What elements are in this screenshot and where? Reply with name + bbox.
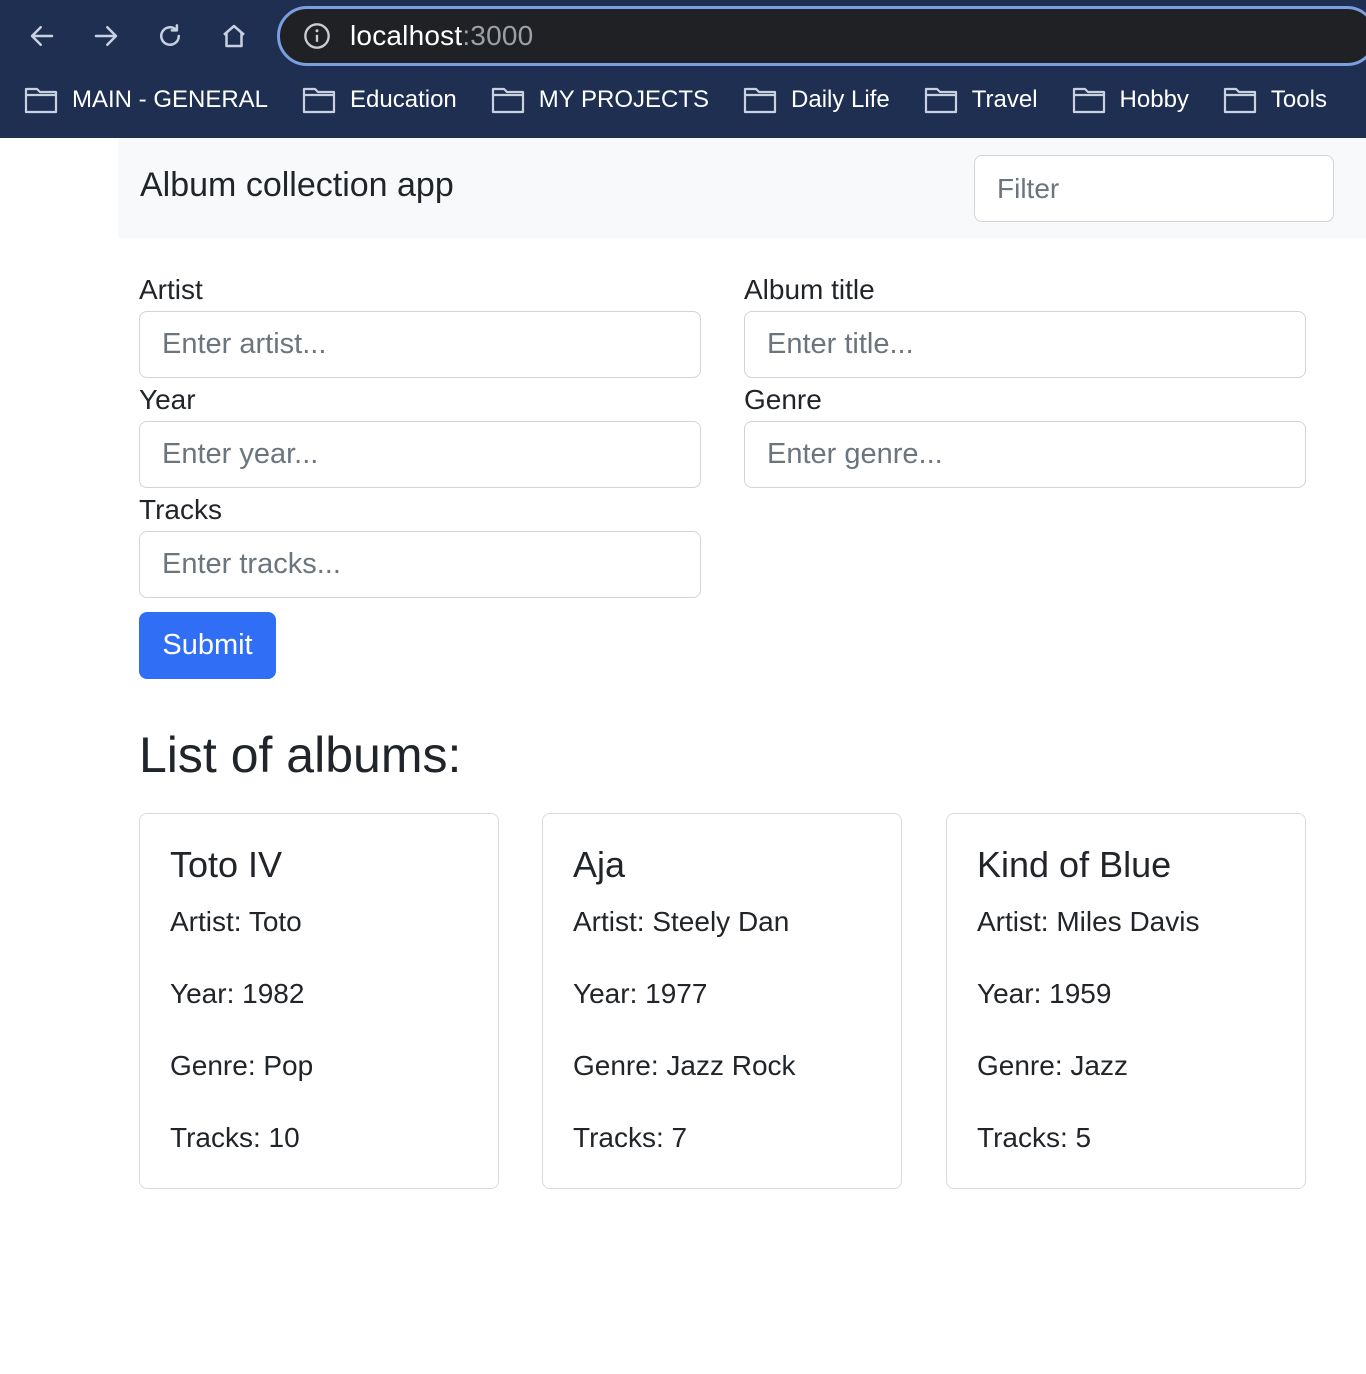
folder-icon (491, 87, 524, 114)
album-card: Toto IV Artist: Toto Year: 1982 Genre: P… (139, 813, 499, 1189)
bookmark-label: Education (350, 86, 457, 113)
bookmark-main-general[interactable]: MAIN - GENERAL (24, 74, 268, 126)
artist-label: Artist (139, 274, 203, 305)
album-title-label: Album title (744, 274, 875, 305)
bookmark-daily-life[interactable]: Daily Life (743, 74, 890, 126)
album-card-year: Year: 1977 (573, 978, 708, 1009)
album-card-genre: Genre: Jazz Rock (573, 1050, 796, 1081)
bookmark-label: Daily Life (791, 86, 890, 113)
year-input[interactable] (139, 421, 701, 488)
bookmark-label: MY PROJECTS (538, 86, 710, 113)
home-icon[interactable] (212, 14, 256, 58)
bookmarks-bar: MAIN - GENERAL Education MY PROJECTS Dai… (0, 74, 1327, 126)
album-card-tracks: Tracks: 10 (170, 1122, 300, 1153)
app-navbar: Album collection app (118, 138, 1366, 238)
reload-icon[interactable] (148, 14, 192, 58)
artist-input[interactable] (139, 311, 701, 378)
forward-icon[interactable] (84, 14, 128, 58)
genre-label: Genre (744, 384, 822, 415)
app-brand[interactable]: Album collection app (140, 166, 454, 205)
bookmark-tools[interactable]: Tools (1223, 74, 1327, 126)
year-label: Year (139, 384, 196, 415)
address-bar[interactable]: localhost:3000 (277, 6, 1366, 66)
folder-icon (302, 87, 336, 114)
album-card-title: Toto IV (170, 844, 283, 885)
album-card-genre: Genre: Pop (170, 1050, 314, 1081)
browser-toolbar: localhost:3000 MAIN - GENERAL Education … (0, 0, 1366, 138)
folder-icon (24, 87, 58, 114)
albums-heading: List of albums: (139, 727, 462, 783)
tracks-label: Tracks (139, 494, 222, 525)
bookmark-label: Travel (971, 86, 1038, 113)
folder-icon (924, 87, 957, 114)
album-card-tracks: Tracks: 5 (977, 1122, 1092, 1153)
album-card-artist: Artist: Miles Davis (977, 906, 1200, 937)
album-card-artist: Artist: Steely Dan (573, 906, 790, 937)
album-card-artist: Artist: Toto (170, 906, 302, 937)
bookmark-label: Tools (1270, 86, 1327, 113)
album-card-title: Kind of Blue (977, 844, 1172, 885)
folder-icon (1223, 87, 1257, 114)
bookmark-education[interactable]: Education (302, 74, 457, 126)
album-card: Kind of Blue Artist: Miles Davis Year: 1… (946, 813, 1306, 1189)
bookmark-label: Hobby (1119, 86, 1189, 113)
album-card-year: Year: 1959 (977, 978, 1112, 1009)
folder-icon (1072, 87, 1105, 114)
bookmark-label: MAIN - GENERAL (72, 86, 269, 113)
album-card-year: Year: 1982 (170, 978, 305, 1009)
filter-input[interactable] (974, 155, 1334, 222)
bookmark-my-projects[interactable]: MY PROJECTS (491, 74, 709, 126)
folder-icon (743, 87, 777, 114)
tracks-input[interactable] (139, 531, 701, 598)
back-icon[interactable] (20, 14, 64, 58)
submit-button[interactable]: Submit (139, 612, 276, 679)
bookmark-hobby[interactable]: Hobby (1072, 74, 1189, 126)
album-title-input[interactable] (744, 311, 1306, 378)
album-card: Aja Artist: Steely Dan Year: 1977 Genre:… (542, 813, 902, 1189)
album-card-genre: Genre: Jazz (977, 1050, 1128, 1081)
url-host: localhost (350, 20, 463, 51)
album-card-tracks: Tracks: 7 (573, 1122, 688, 1153)
genre-input[interactable] (744, 421, 1306, 488)
album-card-title: Aja (573, 844, 626, 885)
address-url: localhost:3000 (350, 20, 533, 52)
url-port: :3000 (462, 20, 534, 51)
bookmark-travel[interactable]: Travel (924, 74, 1038, 126)
site-info-icon[interactable] (302, 21, 332, 51)
